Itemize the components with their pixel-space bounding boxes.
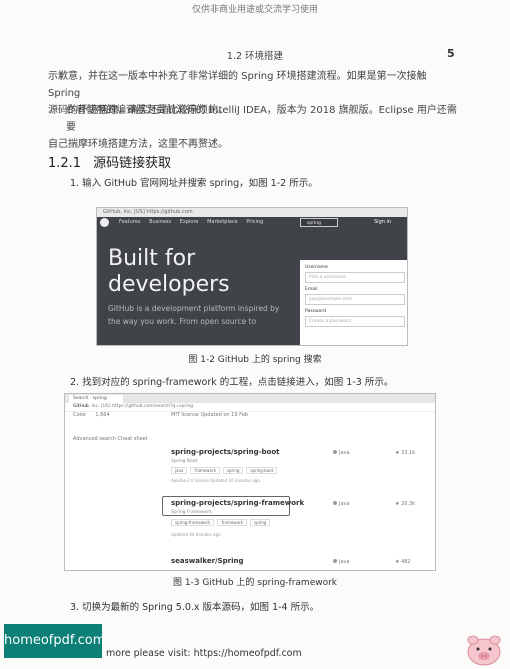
password-field: Create a password xyxy=(305,316,405,327)
language-label: Java xyxy=(339,450,350,456)
nav-links: Features Business Explore Marketplace Pr… xyxy=(119,219,270,225)
hero-subtitle: GitHub is a development platform inspire… xyxy=(108,302,303,328)
topic-tag: framework xyxy=(190,467,220,474)
figure-github-search-results: Search · spring · GitHub GitHub, Inc. [U… xyxy=(64,393,436,571)
result-name-spring-framework: spring-projects/spring-framework xyxy=(171,499,305,507)
editor-line-1: 作者使用的编译器为目前流行的 IntelliJ IDEA，版本为 2018 旗舰… xyxy=(66,105,457,133)
results-summary: MIT license Updated on 19 Feb xyxy=(171,412,248,418)
section-heading: 1.2.1 源码链接获取 xyxy=(48,152,171,171)
hero-line-2: developers xyxy=(108,272,230,297)
nav-link-explore: Explore xyxy=(179,219,199,225)
language-dot-icon xyxy=(333,501,337,505)
nav-link-business: Business xyxy=(149,219,172,225)
editor-paragraph: 作者使用的编译器为目前流行的 IntelliJ IDEA，版本为 2018 旗舰… xyxy=(48,102,460,153)
repos-label: Code xyxy=(73,412,86,418)
hero-heading: Built for developers xyxy=(108,246,230,298)
topic-tag: spring xyxy=(222,467,244,474)
email-label: Email xyxy=(305,287,318,292)
result-stars-spring-framework: ★ 20.3k xyxy=(395,501,416,507)
browser-url-bar: GitHub, Inc. [US] https://github.com xyxy=(97,208,407,217)
page-number: 5 xyxy=(447,47,455,60)
signup-form: Username Pick a username Email you@examp… xyxy=(300,260,407,345)
password-label: Password xyxy=(305,309,327,314)
github-logo-icon xyxy=(100,218,109,227)
result-name-seaswalker-spring: seaswalker/Spring xyxy=(171,557,244,565)
pig-mascot-icon xyxy=(467,635,501,666)
result-desc-spring-framework: Spring Framework xyxy=(171,510,212,515)
running-head: 1.2 环境搭建 xyxy=(226,51,284,62)
language-dot-icon xyxy=(333,450,337,454)
result-meta-spring-framework: Updated 44 minutes ago xyxy=(171,532,221,537)
result-stars-seaswalker-spring: ★ 482 xyxy=(395,559,411,565)
browser-url-bar: GitHub, Inc. [US] https://github.com/sea… xyxy=(65,403,435,412)
language-label: Java xyxy=(339,559,350,565)
browser-tab: Search · spring · GitHub xyxy=(69,395,123,409)
promo-link-text[interactable]: more please visit: https://homeofpdf.com xyxy=(106,648,302,659)
result-lang-seaswalker-spring: Java xyxy=(333,559,350,565)
sign-in-link: Sign in xyxy=(374,219,392,225)
step-2-text: 2. 找到对应的 spring-framework 的工程，点击链接进入，如图 … xyxy=(70,377,394,388)
result-stars-spring-boot: ★ 33.1k xyxy=(395,450,416,456)
result-meta-spring-boot: Apache-2.0 license Updated 16 minutes ag… xyxy=(171,478,260,483)
promo-logo-box[interactable]: homeofpdf.com xyxy=(4,624,105,658)
topic-tag: java xyxy=(171,467,188,474)
result-lang-spring-framework: Java xyxy=(333,501,350,507)
result-name-spring-boot: spring-projects/spring-boot xyxy=(171,448,280,456)
step-3-text: 3. 切换为最新的 Spring 5.0.x 版本源码，如图 1-4 所示。 xyxy=(70,602,320,613)
browser-tab-bar: Search · spring · GitHub xyxy=(65,394,435,409)
search-filters: Advanced search Cheat sheet xyxy=(73,436,148,442)
nav-link-marketplace: Marketplace xyxy=(207,219,238,225)
hero-line-1: Built for xyxy=(108,246,196,271)
repos-filter: Code 1,664 xyxy=(73,412,110,418)
nav-link-features: Features xyxy=(119,219,141,225)
email-field: you@example.com xyxy=(305,294,405,305)
figure-1-2-caption: 图 1-2 GitHub 上的 spring 搜索 xyxy=(188,355,322,365)
nav-link-pricing: Pricing xyxy=(246,219,264,225)
username-field: Pick a username xyxy=(305,272,405,283)
github-nav-bar: Features Business Explore Marketplace Pr… xyxy=(97,217,407,229)
topic-tag: spring-framework xyxy=(171,519,215,526)
username-label: Username xyxy=(305,265,328,270)
language-label: Java xyxy=(339,501,350,507)
hero-subtitle-line-2: the way you work. From open source to xyxy=(108,317,257,326)
result-tags-spring-framework: spring-framework framework spring xyxy=(171,519,273,526)
result-lang-spring-boot: Java xyxy=(333,450,350,456)
intro-line-1: 示歉意，并在这一版本中补充了非常详细的 Spring 环境搭建流程。如果是第一次… xyxy=(48,71,427,99)
topic-tag: spring-boot xyxy=(246,467,278,474)
language-dot-icon xyxy=(333,559,337,563)
figure-github-homepage: GitHub, Inc. [US] https://github.com Fea… xyxy=(96,207,408,346)
result-desc-spring-boot: Spring Boot xyxy=(171,459,198,464)
step-1-text: 1. 输入 GitHub 官网网址并搜索 spring，如图 1-2 所示。 xyxy=(70,178,318,189)
hero-subtitle-line-1: GitHub is a development platform inspire… xyxy=(108,304,280,313)
github-search-input: spring xyxy=(300,218,338,227)
repos-count: 1,664 xyxy=(95,412,110,418)
watermark-text: 仅供非商业用途或交流学习使用 xyxy=(191,5,318,15)
topic-tag: framework xyxy=(217,519,247,526)
topic-tag: spring xyxy=(249,519,271,526)
section-title: 源码链接获取 xyxy=(93,156,172,171)
result-tags-spring-boot: java framework spring spring-boot xyxy=(171,467,280,474)
section-number: 1.2.1 xyxy=(48,156,82,171)
editor-line-2: 自己揣摩环境搭建方法，这里不再赘述。 xyxy=(48,139,228,150)
figure-1-3-caption: 图 1-3 GitHub 上的 spring-framework xyxy=(172,578,338,588)
